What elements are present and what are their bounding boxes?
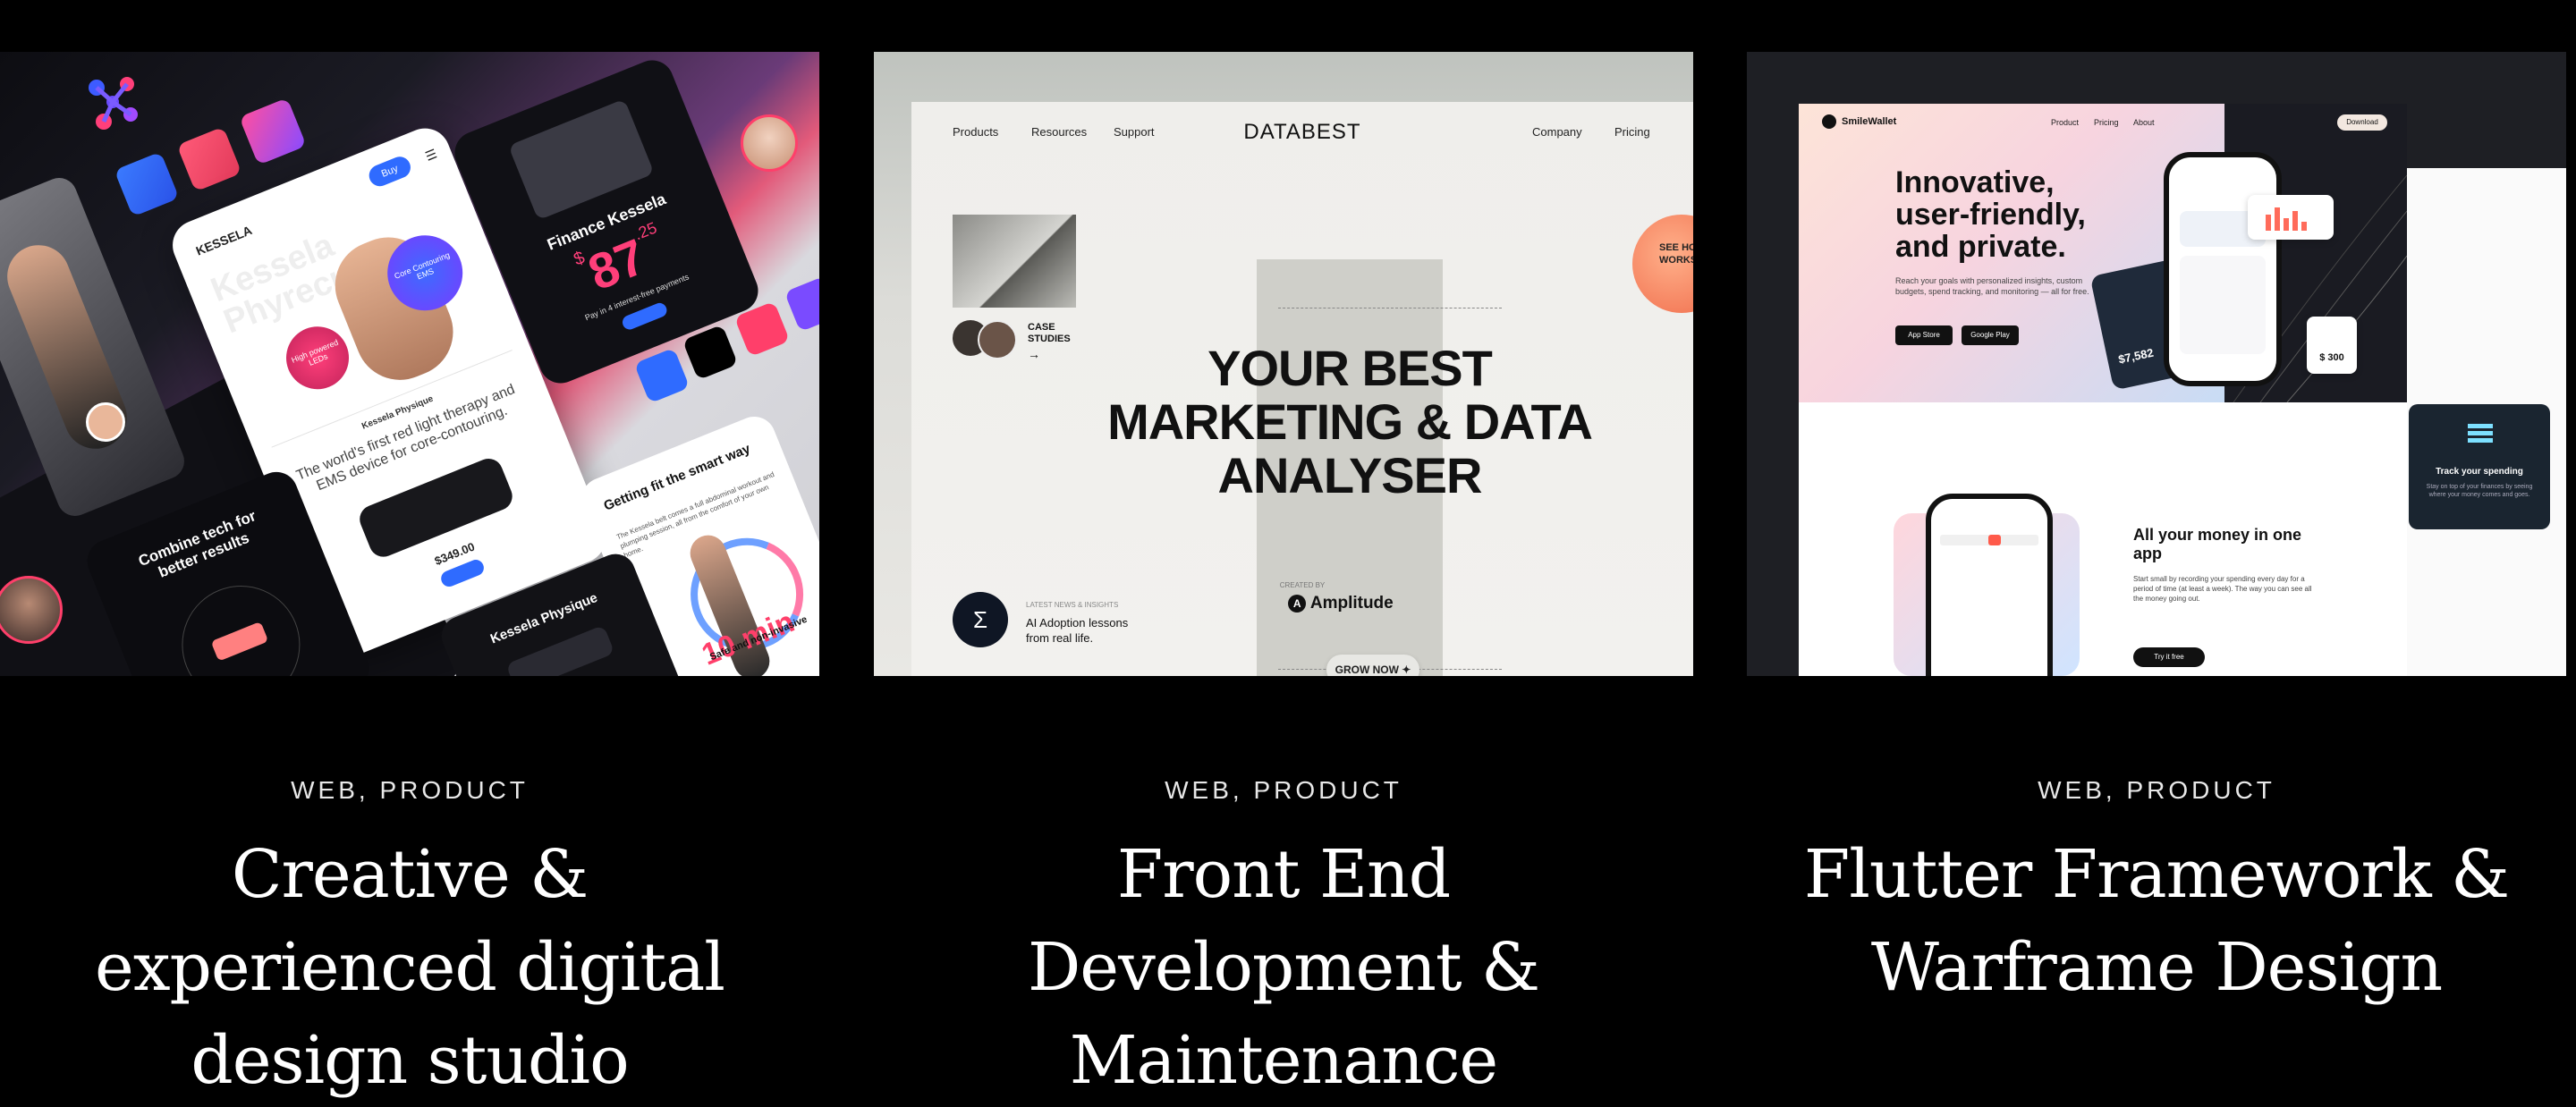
list-icon [2468,424,2493,445]
features-section [1799,402,2407,676]
try-free-button: Try it free [2133,647,2205,667]
portfolio-card-frontend[interactable]: Products Resources Support DATABEST Comp… [874,52,1693,1099]
app-store-badge: App Store [1895,325,1953,345]
track-title: Track your spending [2436,467,2523,477]
phone-mockup [2164,152,2282,386]
swatch-purple [239,97,307,165]
section-body: Start small by recording your spending e… [2133,575,2312,603]
hero-headline: Innovative, user-friendly, and private. [1895,165,2086,264]
amount-card: $ 300 [2307,317,2357,374]
portfolio-card-creative[interactable]: KESSELA Buy ☰ Kessela Phyrecue High powe… [0,52,819,1099]
news-title: AI Adoption lessons from real life. [1026,616,1129,645]
sigma-icon: Σ [953,592,1008,647]
swatch-black [682,324,739,381]
nav-pricing: Pricing [1614,125,1650,139]
card-thumbnail[interactable]: SmileWallet Product Pricing About Downlo… [1747,52,2566,676]
created-by-label: CREATED BY [1279,581,1326,589]
section-title: All your money in one app [2133,526,2302,562]
mockup-webpage: Products Resources Support DATABEST Comp… [911,102,1693,676]
bubble-leds: High powered LEDs [276,317,359,399]
brand-label: KESSELA [193,223,254,258]
case-study-image [953,215,1076,308]
see-how-badge: SEE HOW IT WORKS [1632,215,1693,313]
card-category: WEB, PRODUCT [291,776,529,804]
transactions-phone [1926,494,2053,676]
avatar [978,320,1017,359]
card-title[interactable]: Front End Development & Maintenance [910,828,1657,1107]
arrow-right-icon: → [1028,347,1040,361]
avatar-man [741,114,798,172]
menu-icon: ☰ [423,146,439,164]
swatch-pink [176,126,242,192]
track-body: Stay on top of your finances by seeing w… [2426,484,2533,498]
swatch-blue-2 [633,347,691,404]
download-button: Download [2337,114,2387,131]
partner-logo: A Amplitude [1269,594,1412,613]
avatar [86,402,125,442]
hero-headline: YOUR BEST MARKETING & DATA ANALYSER [1107,340,1593,503]
brand-label: SmileWallet [1842,116,1897,127]
news-label: LATEST NEWS & INSIGHTS [1026,601,1119,609]
card-title[interactable]: Creative & experienced digital design st… [36,828,784,1107]
card-thumbnail[interactable]: Products Resources Support DATABEST Comp… [874,52,1693,676]
swatch-violet [784,275,819,333]
track-spending-card: Track your spending Stay on top of your … [2409,404,2550,529]
nav-pricing: Pricing [2094,118,2119,127]
nav-about: About [2133,118,2155,127]
chart-widget [2248,195,2334,240]
molecule-logo-icon [89,77,138,130]
card-balance: $7,582 [2116,345,2155,367]
nav-company: Company [1532,125,1582,139]
grow-now-button: GROW NOW ✦ [1326,655,1419,676]
smile-logo-icon [1822,114,1836,129]
card-category: WEB, PRODUCT [2038,776,2275,804]
amplitude-icon: A [1288,594,1307,613]
card-thumbnail[interactable]: KESSELA Buy ☰ Kessela Phyrecue High powe… [0,52,819,676]
google-play-badge: Google Play [1962,325,2019,345]
hero-body: Reach your goals with personalized insig… [1895,276,2089,296]
card-category: WEB, PRODUCT [1165,776,1402,804]
card-title[interactable]: Flutter Framework & Warframe Design [1783,828,2530,1014]
portfolio-card-flutter[interactable]: SmileWallet Product Pricing About Downlo… [1747,52,2566,1088]
nav-product: Product [2051,118,2080,127]
model-photo-card [0,173,190,521]
swatch-blue [114,151,180,217]
buy-button: Buy [366,153,414,190]
